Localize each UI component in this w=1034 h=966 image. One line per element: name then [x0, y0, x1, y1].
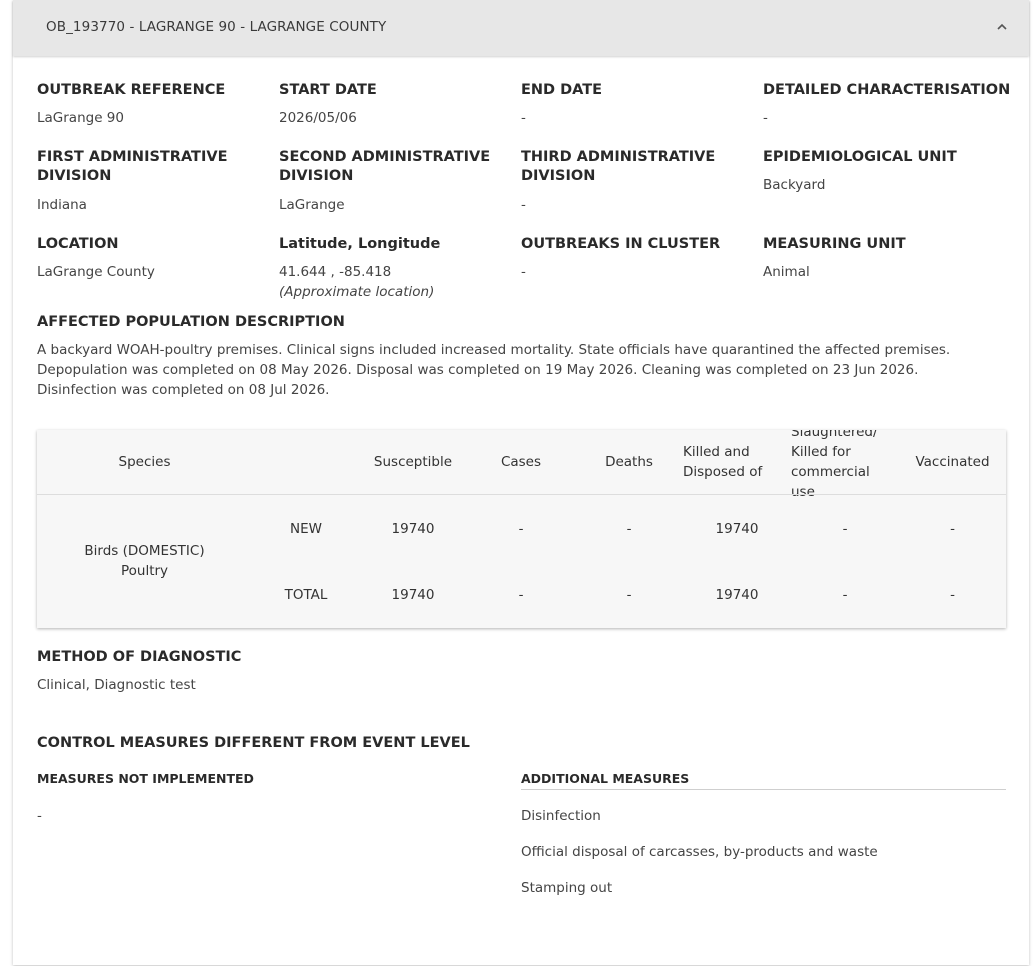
species-name-line1: Birds (DOMESTIC) [84, 543, 205, 559]
third-admin-label-line1: THIRD ADMINISTRATIVE [521, 149, 716, 165]
outbreak-reference-label: OUTBREAK REFERENCE [37, 82, 226, 98]
additional-measures-divider [521, 789, 1006, 790]
third-admin-value: - [521, 197, 526, 213]
cell-deaths: - [626, 521, 632, 537]
start-date-label: START DATE [279, 82, 377, 98]
species-table: Species Susceptible Cases Deaths Killed … [37, 430, 1006, 628]
panel-title: OB_193770 - LAGRANGE 90 - LAGRANGE COUNT… [46, 19, 387, 35]
outbreaks-in-cluster-label: OUTBREAKS IN CLUSTER [521, 236, 721, 252]
affected-population-label: AFFECTED POPULATION DESCRIPTION [37, 314, 345, 330]
list-item: Disinfection [521, 808, 601, 824]
list-item: Stamping out [521, 880, 613, 896]
header-deaths: Deaths [605, 454, 653, 470]
outbreaks-in-cluster-value: - [521, 264, 526, 280]
first-admin-label-line2: DIVISION [37, 168, 112, 184]
chevron-up-icon[interactable] [995, 20, 1009, 34]
cell-killed: 19740 [715, 521, 759, 537]
cell-susceptible: 19740 [391, 521, 435, 537]
second-admin-label-line1: SECOND ADMINISTRATIVE [279, 149, 491, 165]
measuring-unit-label: MEASURING UNIT [763, 236, 906, 252]
header-slaughtered-line3: commercial [791, 464, 870, 480]
list-item: - [37, 808, 42, 824]
latlon-value: 41.644 , -85.418 [279, 264, 392, 280]
latlon-label: Latitude, Longitude [279, 236, 441, 252]
first-admin-label-line1: FIRST ADMINISTRATIVE [37, 149, 228, 165]
start-date-value: 2026/05/06 [279, 110, 357, 126]
additional-measures-label: ADDITIONAL MEASURES [521, 771, 690, 786]
header-divider [37, 494, 1006, 495]
detailed-characterisation-value: - [763, 110, 768, 126]
row-type: NEW [290, 521, 322, 537]
header-slaughtered-line4: use [791, 484, 815, 500]
cell-cases: - [518, 587, 524, 603]
first-admin-value: Indiana [37, 197, 87, 213]
row-type: TOTAL [284, 587, 328, 603]
header-slaughtered-line1: Slaughtered/ [791, 430, 878, 440]
affected-population-text: A backyard WOAH-poultry premises. Clinic… [37, 342, 951, 398]
epi-unit-label: EPIDEMIOLOGICAL UNIT [763, 149, 957, 165]
second-admin-value: LaGrange [279, 197, 345, 213]
cell-cases: - [518, 521, 524, 537]
cell-vaccinated: - [950, 521, 955, 537]
cell-vaccinated: - [950, 587, 955, 603]
species-name-line2: Poultry [120, 563, 169, 579]
end-date-value: - [521, 110, 526, 126]
header-species: Species [118, 454, 171, 470]
outbreak-reference-value: LaGrange 90 [37, 110, 124, 126]
control-measures-label: CONTROL MEASURES DIFFERENT FROM EVENT LE… [37, 735, 470, 751]
detailed-characterisation-label: DETAILED CHARACTERISATION [763, 82, 1011, 98]
header-susceptible: Susceptible [373, 454, 453, 470]
measuring-unit-value: Animal [763, 264, 810, 280]
header-cases: Cases [500, 454, 542, 470]
panel-header[interactable]: OB_193770 - LAGRANGE 90 - LAGRANGE COUNT… [13, 0, 1029, 56]
end-date-label: END DATE [521, 82, 603, 98]
location-value: LaGrange County [37, 264, 155, 280]
cell-killed: 19740 [715, 587, 759, 603]
cell-slaughtered: - [842, 587, 848, 603]
latlon-note: (Approximate location) [279, 284, 435, 300]
third-admin-label-line2: DIVISION [521, 168, 596, 184]
list-item: Official disposal of carcasses, by-produ… [521, 844, 878, 860]
header-killed-line2: Disposed of [683, 464, 763, 480]
method-of-diagnostic-value: Clinical, Diagnostic test [37, 677, 196, 693]
method-of-diagnostic-label: METHOD OF DIAGNOSTIC [37, 649, 242, 665]
header-slaughtered-line2: Killed for [791, 444, 851, 460]
header-vaccinated: Vaccinated [915, 454, 990, 470]
location-label: LOCATION [37, 236, 119, 252]
cell-slaughtered: - [842, 521, 848, 537]
cell-deaths: - [626, 587, 632, 603]
epi-unit-value: Backyard [763, 177, 826, 193]
cell-susceptible: 19740 [391, 587, 435, 603]
measures-not-implemented-label: MEASURES NOT IMPLEMENTED [37, 771, 254, 786]
second-admin-label-line2: DIVISION [279, 168, 354, 184]
header-killed-line1: Killed and [683, 444, 750, 460]
